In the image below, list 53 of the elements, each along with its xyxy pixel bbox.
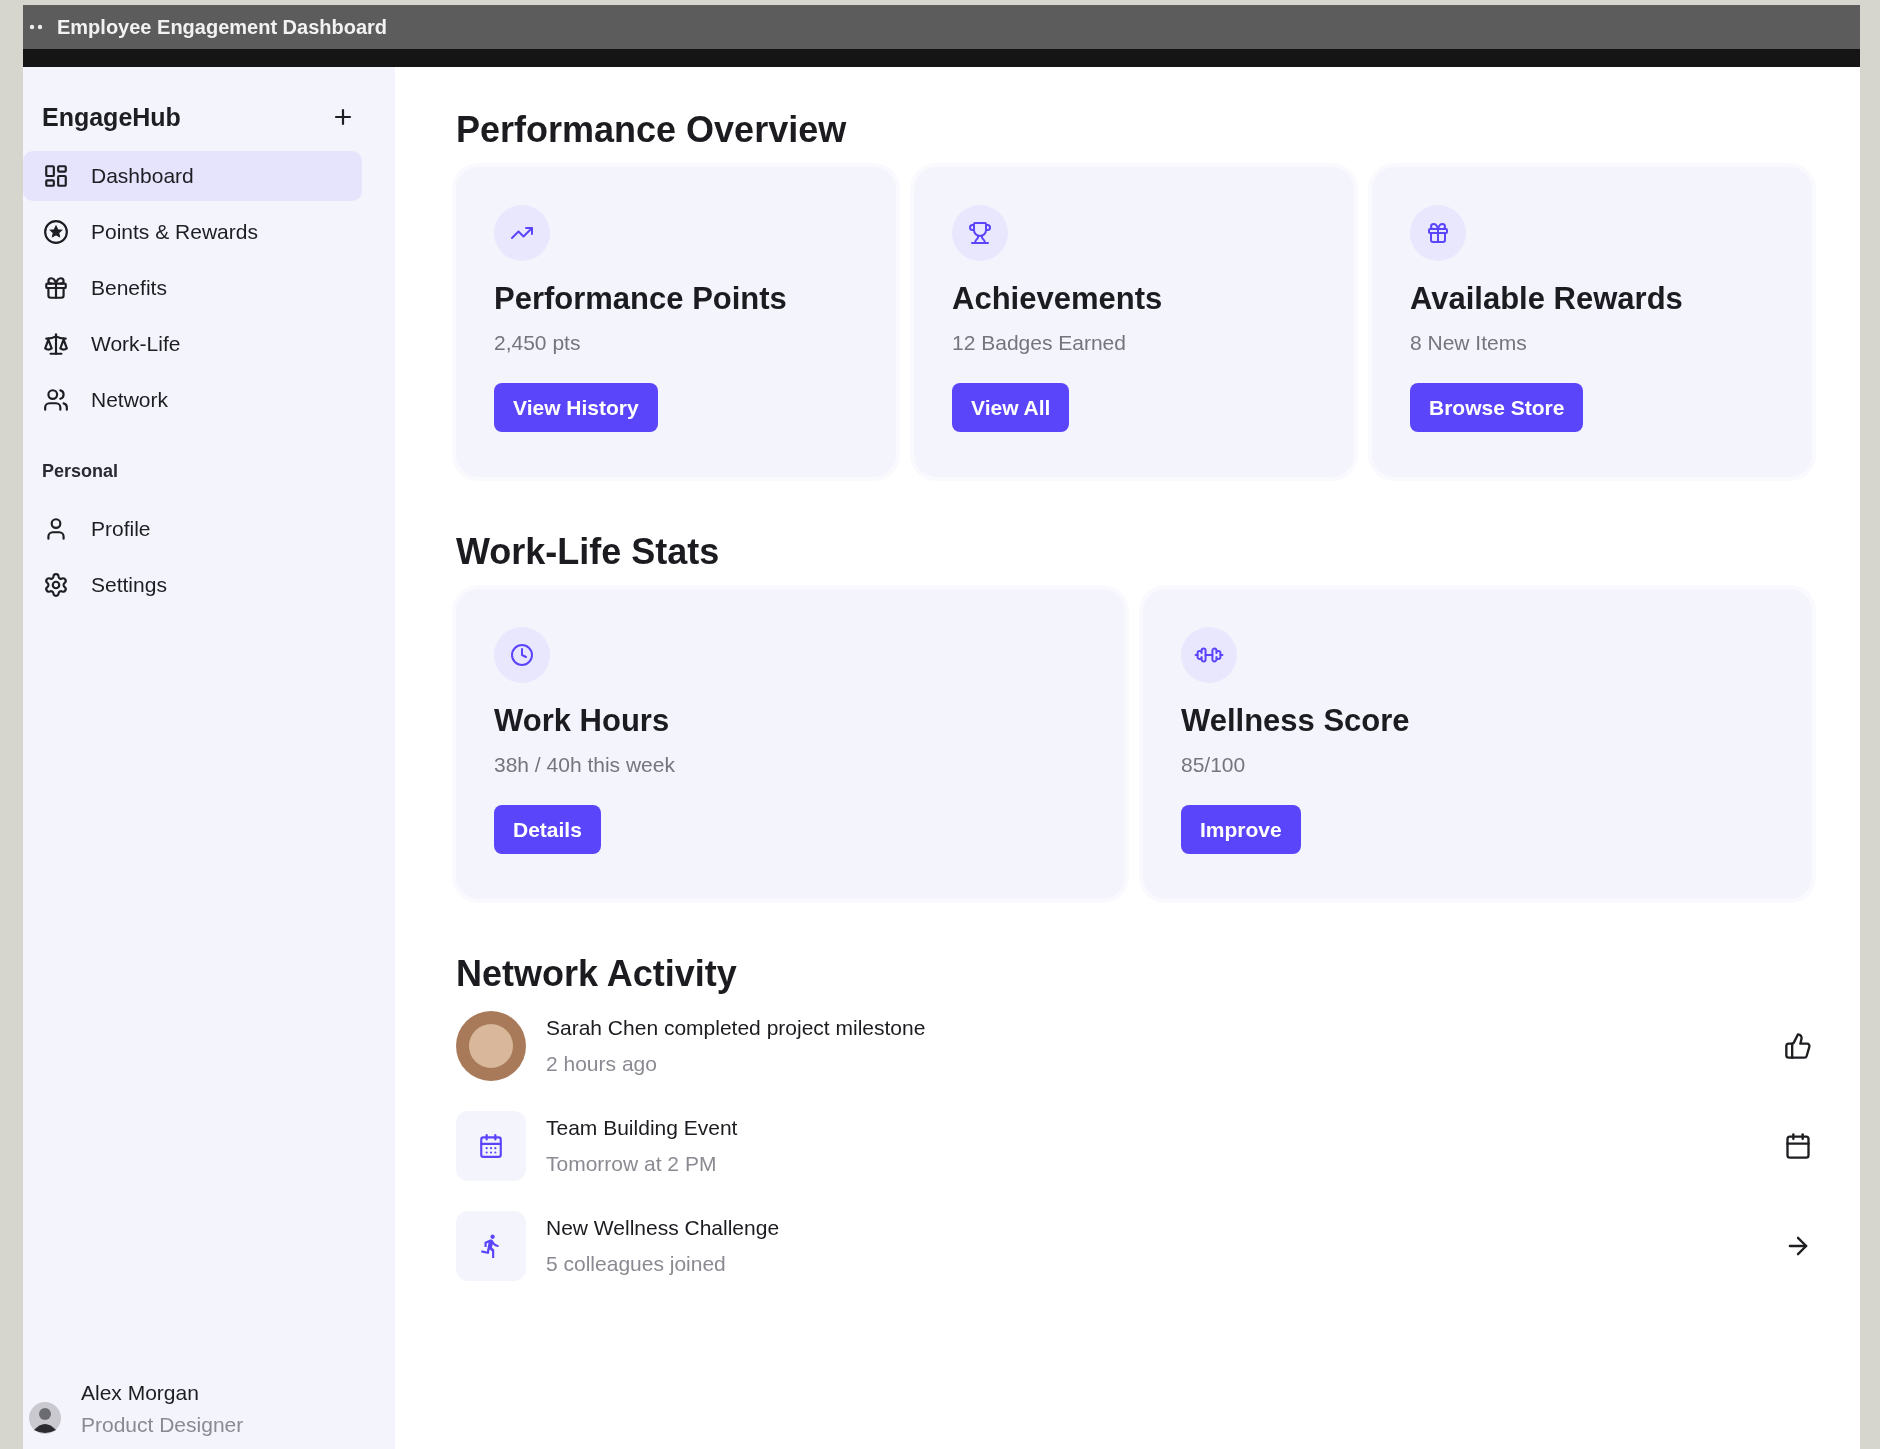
trophy-icon [952, 205, 1008, 261]
dashboard-icon [43, 163, 69, 189]
thumbs-up-icon[interactable] [1784, 1032, 1812, 1060]
trend-up-icon [494, 205, 550, 261]
card-button[interactable]: Details [494, 805, 601, 854]
photo-placeholder [456, 1011, 526, 1081]
sidebar-item[interactable]: Dashboard [23, 151, 362, 201]
scale-icon [43, 331, 69, 357]
activity-title: Sarah Chen completed project milestone [546, 1016, 927, 1040]
calendar-icon[interactable] [1784, 1132, 1812, 1160]
sidebar-item[interactable]: Points & Rewards [23, 207, 362, 257]
gift-icon [1410, 205, 1466, 261]
card-title: Performance Points [494, 281, 787, 317]
card-value: 38h / 40h this week [494, 753, 675, 777]
user-name: Alex Morgan [81, 1381, 200, 1405]
card-button[interactable]: View All [952, 383, 1070, 432]
section-heading: Performance Overview [456, 109, 848, 151]
section-heading: Work-Life Stats [456, 531, 721, 573]
activity-title: New Wellness Challenge [546, 1216, 781, 1240]
card-button[interactable]: Browse Store [1410, 383, 1584, 432]
card-value: 12 Badges Earned [952, 331, 1126, 355]
card-button[interactable]: View History [494, 383, 658, 432]
sidebar-item[interactable]: Benefits [23, 263, 362, 313]
card-title: Wellness Score [1181, 703, 1410, 739]
section-label: Personal [41, 461, 120, 482]
gift-icon [43, 275, 69, 301]
runner-icon [456, 1211, 526, 1281]
settings-icon [43, 572, 69, 598]
sidebar-item[interactable]: Profile [23, 504, 362, 554]
card-value: 8 New Items [1410, 331, 1527, 355]
avatar-icon [29, 1402, 61, 1434]
window-title: Employee Engagement Dashboard [57, 15, 388, 39]
activity-subtitle: 5 colleagues joined [546, 1252, 727, 1276]
card-title: Available Rewards [1410, 281, 1683, 317]
activity-subtitle: Tomorrow at 2 PM [546, 1152, 718, 1176]
star-circle-icon [43, 219, 69, 245]
people-icon [43, 387, 69, 413]
card-title: Work Hours [494, 703, 670, 739]
calendar-icon [456, 1111, 526, 1181]
user-role: Product Designer [81, 1413, 244, 1437]
section-heading: Network Activity [456, 953, 738, 995]
sidebar-item[interactable]: Work-Life [23, 319, 362, 369]
dumbbell-icon [1181, 627, 1237, 683]
activity-title: Team Building Event [546, 1116, 739, 1140]
card-button[interactable]: Improve [1181, 805, 1301, 854]
sidebar-item[interactable]: Settings [23, 560, 362, 610]
dots-icon [29, 24, 43, 30]
brand-name: EngageHub [42, 102, 181, 132]
card-value: 2,450 pts [494, 331, 581, 355]
card-title: Achievements [952, 281, 1163, 317]
sidebar-item[interactable]: Network [23, 375, 362, 425]
card-value: 85/100 [1181, 753, 1246, 777]
activity-subtitle: 2 hours ago [546, 1052, 658, 1076]
